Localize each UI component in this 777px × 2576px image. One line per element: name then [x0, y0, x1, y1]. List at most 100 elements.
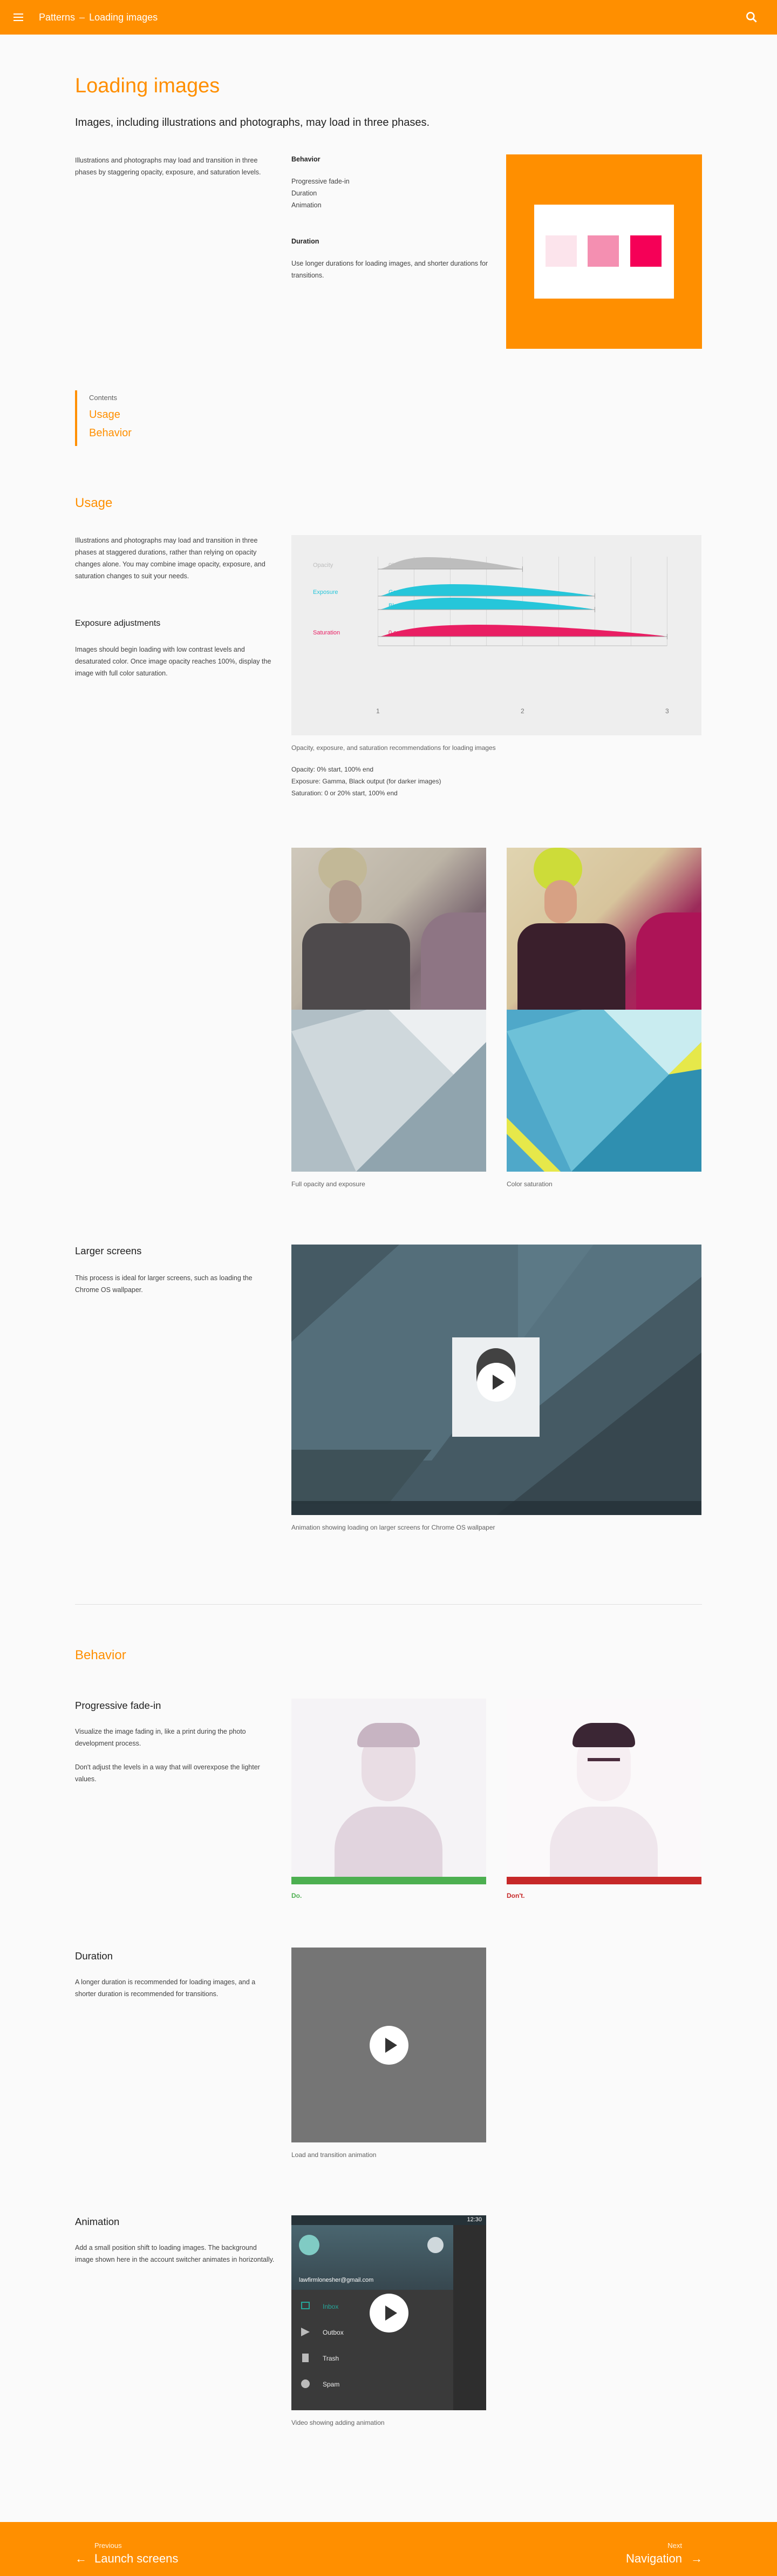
chart-notes: Opacity: 0% start, 100% end Exposure: Ga…	[291, 763, 441, 799]
duration-subheading: Duration	[291, 238, 319, 245]
behavior-item: Duration	[291, 190, 317, 197]
portrait-photo-desaturated	[291, 848, 486, 1010]
row-label: Opacity	[313, 562, 333, 569]
next-link[interactable]: Next Navigation →	[621, 2541, 703, 2566]
chart-caption: Opacity, exposure, and saturation recomm…	[291, 744, 496, 752]
portrait-dont-example	[507, 1699, 701, 1877]
chart-note: Exposure: Gamma, Black output (for darke…	[291, 777, 441, 785]
search-icon[interactable]	[745, 10, 759, 24]
content-strip	[453, 2225, 486, 2410]
swatch-high	[630, 235, 662, 267]
caption-color-saturation: Color saturation	[507, 1180, 553, 1188]
animation-video[interactable]: 12:30 lawfirmlonesher@gmail.com Inbox Ou…	[291, 2215, 486, 2410]
caption-full-opacity: Full opacity and exposure	[291, 1180, 365, 1188]
hero-illustration	[506, 154, 702, 349]
previous-label: Launch screens	[94, 2552, 179, 2565]
drawer-item-outbox[interactable]: Outbox	[323, 2329, 344, 2336]
larger-screens-caption: Animation showing loading on larger scre…	[291, 1524, 495, 1531]
exposure-text: Images should begin loading with low con…	[75, 646, 271, 677]
x-tick-label: 1	[376, 707, 380, 715]
duration-text: Use longer durations for loading images,…	[291, 260, 488, 279]
exposure-heading: Exposure adjustments	[75, 619, 161, 628]
x-tick-label: 3	[665, 707, 669, 715]
fade-in-text-2: Don't adjust the levels in a way that wi…	[75, 1763, 260, 1783]
behavior-list: Progressive fade-in Duration Animation	[291, 175, 350, 211]
animation-heading: Animation	[75, 2216, 120, 2227]
row-curve	[378, 584, 595, 596]
behavior-subheading: Behavior	[291, 155, 321, 163]
arrow-back-icon: ←	[75, 2552, 87, 2565]
toc-link-behavior[interactable]: Behavior	[89, 427, 132, 440]
do-indicator-bar	[291, 1877, 486, 1884]
breadcrumb-separator: –	[79, 12, 85, 23]
account-header: lawfirmlonesher@gmail.com	[291, 2225, 453, 2290]
row-curve	[378, 598, 595, 610]
row-curve	[378, 557, 523, 569]
next-small-label: Next	[667, 2541, 682, 2550]
dont-indicator-bar	[507, 1877, 701, 1884]
play-button[interactable]	[370, 2294, 408, 2332]
arrow-forward-icon: →	[691, 2552, 703, 2565]
abstract-photo-desaturated	[291, 1010, 486, 1172]
breadcrumb-section[interactable]: Patterns	[39, 12, 75, 23]
swatch-low	[546, 235, 577, 267]
fade-in-heading: Progressive fade-in	[75, 1700, 161, 1711]
timing-chart-svg: Opacity0% start, 100% endExposureGammaBl…	[313, 557, 669, 715]
duration-heading: Duration	[75, 1950, 113, 1962]
drawer-item-inbox[interactable]: Inbox	[323, 2303, 338, 2310]
next-title: Navigation →	[621, 2552, 703, 2566]
toc-title: Contents	[89, 394, 118, 402]
swatch-mid	[588, 235, 619, 267]
fade-in-text: Visualize the image fading in, like a pr…	[75, 1728, 246, 1747]
trash-icon	[302, 2354, 309, 2362]
previous-title: ← Launch screens	[75, 2552, 178, 2566]
behavior-item: Progressive fade-in	[291, 178, 350, 185]
behavior-item: Animation	[291, 201, 322, 209]
spam-icon	[301, 2379, 310, 2388]
play-button[interactable]	[370, 2026, 408, 2065]
portrait-photo-color	[507, 848, 701, 1010]
intro-description: Illustrations and photographs may load a…	[75, 157, 261, 176]
duration-caption: Load and transition animation	[291, 2151, 377, 2159]
breadcrumb: Patterns – Loading images	[39, 12, 158, 23]
row-curve	[378, 625, 667, 637]
behavior-heading: Behavior	[75, 1648, 126, 1662]
larger-screens-text: This process is ideal for larger screens…	[75, 1274, 253, 1294]
portrait-do-example	[291, 1699, 486, 1877]
usage-heading: Usage	[75, 496, 113, 510]
do-label: Do.	[291, 1892, 302, 1899]
image-card	[534, 205, 674, 299]
page-lead: Images, including illustrations and phot…	[75, 117, 430, 129]
animation-text: Add a small position shift to loading im…	[75, 2244, 275, 2263]
chromeos-video[interactable]	[291, 1245, 701, 1515]
dont-label: Don't.	[507, 1892, 525, 1899]
status-time: 12:30	[467, 2216, 482, 2223]
row-label: Saturation	[313, 630, 340, 636]
page-title: Loading images	[75, 75, 220, 97]
previous-link[interactable]: Previous ← Launch screens	[75, 2541, 178, 2566]
phone-status-bar: 12:30	[291, 2215, 486, 2225]
drawer-item-trash[interactable]: Trash	[323, 2355, 339, 2362]
row-label: Exposure	[313, 589, 338, 596]
chart-note: Opacity: 0% start, 100% end	[291, 766, 374, 773]
abstract-photo-color	[507, 1010, 701, 1172]
larger-screens-heading: Larger screens	[75, 1245, 142, 1256]
section-divider	[75, 1604, 702, 1605]
account-email: lawfirmlonesher@gmail.com	[299, 2277, 374, 2283]
play-button[interactable]	[477, 1363, 516, 1402]
previous-small-label: Previous	[94, 2541, 122, 2550]
menu-icon[interactable]	[12, 11, 25, 24]
chart-note: Saturation: 0 or 20% start, 100% end	[291, 789, 398, 797]
table-of-contents: Contents Usage Behavior	[75, 390, 183, 446]
drawer-item-spam[interactable]: Spam	[323, 2381, 339, 2388]
x-tick-label: 2	[521, 707, 524, 715]
inbox-icon	[301, 2302, 310, 2309]
duration-description: A longer duration is recommended for loa…	[75, 1978, 256, 1998]
breadcrumb-page: Loading images	[89, 12, 158, 23]
duration-video[interactable]	[291, 1948, 486, 2142]
app-bar: Patterns – Loading images	[0, 0, 777, 35]
toc-link-usage[interactable]: Usage	[89, 409, 120, 421]
next-label: Navigation	[626, 2552, 682, 2565]
timing-chart: Opacity0% start, 100% endExposureGammaBl…	[291, 535, 701, 735]
page-footer: Previous ← Launch screens Next Navigation…	[0, 2522, 777, 2576]
